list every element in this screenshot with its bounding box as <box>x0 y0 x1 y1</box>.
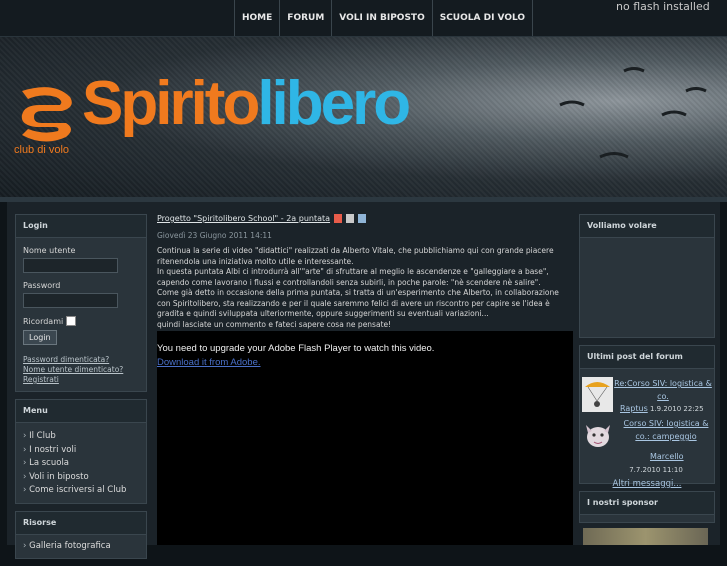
main-content: Progetto "Spiritolibero School" - 2a pun… <box>157 214 573 330</box>
login-title: Login <box>16 215 146 238</box>
download-flash-link[interactable]: Download it from Adobe. <box>157 357 261 368</box>
sponsor-box: I nostri sponsor <box>579 491 715 523</box>
forum-post-title[interactable]: Re:Corso SIV: logistica & co. <box>614 377 712 403</box>
article-paragraph: In questa puntata Albi ci introdurrà all… <box>157 267 549 287</box>
nav-voli-in-biposto[interactable]: VOLI IN BIPOSTO <box>331 0 431 36</box>
brand-logo: Spiritolibero <box>82 69 411 138</box>
email-icon[interactable] <box>358 214 367 223</box>
forum-post: Re:Corso SIV: logistica & co. Raptus 1.9… <box>580 377 714 417</box>
forum-post: Corso SIV: logistica & co.: campeggio Ma… <box>580 417 714 463</box>
password-label: Password <box>23 281 61 290</box>
remember-row: Ricordami <box>23 316 139 326</box>
menu-box: Menu Il Club I nostri voli La scuola Vol… <box>15 399 147 504</box>
left-column: Login Nome utente Password Ricordami Log… <box>15 214 147 566</box>
volare-title: Volliamo volare <box>580 215 714 238</box>
article-paragraph: Come già detto in occasione della prima … <box>157 288 559 318</box>
volare-box: Volliamo volare <box>579 214 715 338</box>
forgot-username-link[interactable]: Nome utente dimenticato? <box>23 365 139 375</box>
login-button[interactable]: Login <box>23 330 57 345</box>
forum-post-date: 7.7.2010 11:10 <box>629 466 683 474</box>
risorse-title: Risorse <box>16 511 146 535</box>
article-date: Giovedì 23 Giugno 2011 14:11 <box>157 231 272 240</box>
right-column: Volliamo volare Ultimi post del forum Re… <box>579 214 715 530</box>
sponsor-image[interactable] <box>583 528 708 545</box>
forum-post-date: 1.9.2010 22:25 <box>649 405 704 413</box>
register-link[interactable]: Registrati <box>23 375 139 385</box>
forum-post-title[interactable]: Corso SIV: logistica & co.: campeggio <box>616 417 716 443</box>
menu-item-il-club[interactable]: Il Club <box>16 430 146 444</box>
menu-item-voli-in-biposto[interactable]: Voli in biposto <box>16 471 146 485</box>
video-player[interactable]: You need to upgrade your Adobe Flash Pla… <box>157 331 573 545</box>
username-label: Nome utente <box>23 246 76 255</box>
menu-item-come-iscriversi[interactable]: Come iscriversi al Club <box>16 484 146 498</box>
paraglider-silhouettes <box>559 67 707 159</box>
menu-item-galleria[interactable]: Galleria fotografica <box>16 540 146 554</box>
print-icon[interactable] <box>346 214 355 223</box>
risorse-box: Risorse Galleria fotografica <box>15 510 147 559</box>
flash-upgrade-message: You need to upgrade your Adobe Flash Pla… <box>157 343 435 354</box>
password-input[interactable] <box>23 293 118 308</box>
main-nav: HOME FORUM VOLI IN BIPOSTO SCUOLA DI VOL… <box>234 0 534 36</box>
pdf-icon[interactable] <box>334 214 343 223</box>
top-bar: HOME FORUM VOLI IN BIPOSTO SCUOLA DI VOL… <box>0 0 727 37</box>
avatar <box>582 417 613 452</box>
brand-tagline: club di volo <box>14 144 70 156</box>
avatar <box>582 377 613 412</box>
nav-scuola-di-volo[interactable]: SCUOLA DI VOLO <box>431 0 534 36</box>
sponsor-title: I nostri sponsor <box>580 492 714 515</box>
article-paragraph: quindi lasciate un commento e fateci sap… <box>157 319 392 329</box>
forum-post-author[interactable]: Marcello <box>650 452 684 461</box>
forgot-password-link[interactable]: Password dimenticata? <box>23 355 139 365</box>
menu-item-la-scuola[interactable]: La scuola <box>16 457 146 471</box>
logo-icon <box>21 87 72 142</box>
menu-item-i-nostri-voli[interactable]: I nostri voli <box>16 444 146 458</box>
forum-post-author[interactable]: Raptus <box>620 404 648 413</box>
more-messages-link[interactable]: Altri messaggi... <box>580 479 714 489</box>
nav-forum[interactable]: FORUM <box>279 0 331 36</box>
remember-checkbox[interactable] <box>66 316 77 326</box>
menu-title: Menu <box>16 400 146 423</box>
article-title-row: Progetto "Spiritolibero School" - 2a pun… <box>157 214 573 223</box>
remember-label: Ricordami <box>23 316 64 326</box>
nav-home[interactable]: HOME <box>234 0 279 36</box>
article-body: Continua la serie di video "didattici" r… <box>157 246 573 330</box>
flash-notice: no flash installed <box>616 0 710 13</box>
header-banner: Spiritolibero club di volo <box>0 37 727 197</box>
forum-title: Ultimi post del forum <box>580 346 714 369</box>
article-title[interactable]: Progetto "Spiritolibero School" - 2a pun… <box>157 214 330 223</box>
username-input[interactable] <box>23 258 118 273</box>
forum-box: Ultimi post del forum Re:Corso SIV: logi… <box>579 345 715 489</box>
forum-post-meta: Raptus 1.9.2010 22:25 <box>620 404 704 413</box>
login-box: Login Nome utente Password Ricordami Log… <box>15 214 147 392</box>
article-paragraph: Continua la serie di video "didattici" r… <box>157 246 554 266</box>
